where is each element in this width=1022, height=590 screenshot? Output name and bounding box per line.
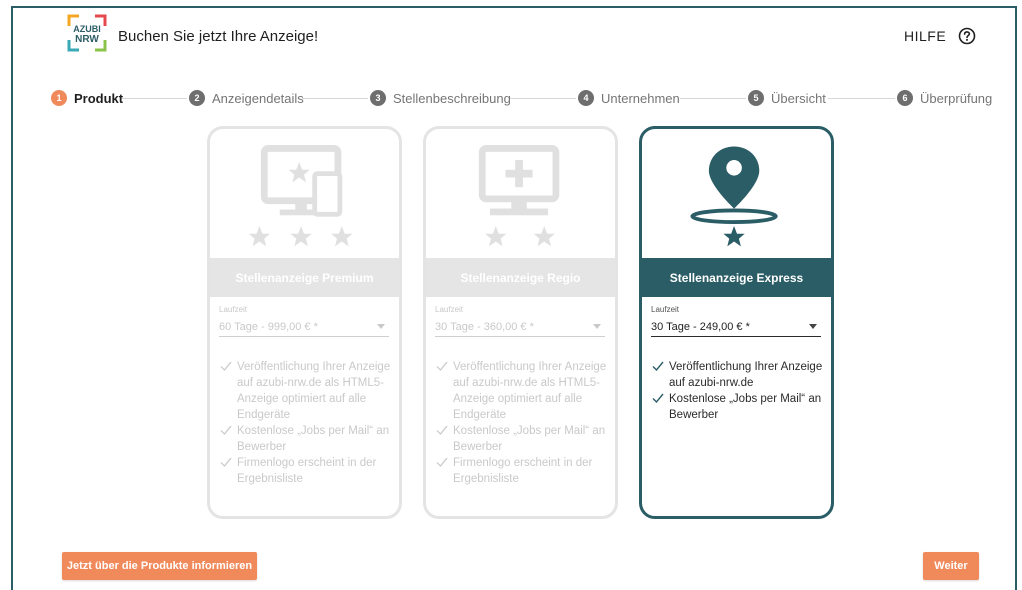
check-icon [436,457,448,468]
duration-field: Laufzeit 30 Tage - 360,00 € * [435,305,605,337]
feature-list: Veröffentlichung Ihrer Anzeige auf azubi… [435,359,610,487]
map-pin-icon [690,146,778,247]
feature-item: Veröffentlichung Ihrer Anzeige auf azubi… [651,359,826,391]
check-icon [220,457,232,468]
step-number: 2 [189,90,205,106]
chevron-down-icon [377,324,385,329]
feature-list: Veröffentlichung Ihrer Anzeige auf azubi… [219,359,394,487]
feature-text: Kostenlose „Jobs per Mail“ an Bewerber [237,425,390,453]
check-icon [220,425,232,436]
duration-label: Laufzeit [219,305,248,314]
step-unternehmen[interactable]: 4 Unternehmen [578,88,680,108]
product-card-regio[interactable]: Stellenanzeige Regio Laufzeit 30 Tage - … [423,126,618,519]
feature-list: Veröffentlichung Ihrer Anzeige auf azubi… [651,359,826,423]
duration-select[interactable]: 30 Tage - 249,00 € * [651,317,821,337]
step-connector [680,98,746,99]
duration-value: 30 Tage - 360,00 € * [435,320,534,333]
duration-select[interactable]: 30 Tage - 360,00 € * [435,317,605,337]
product-title: Stellenanzeige Premium [210,258,399,297]
azubi-nrw-logo[interactable]: AZUBI NRW [65,12,109,54]
app-frame: AZUBI NRW Buchen Sie jetzt Ihre Anzeige!… [11,6,1017,590]
check-icon [652,361,664,372]
check-icon [436,361,448,372]
logo-text-top: AZUBI [73,24,101,34]
step-stellenbeschreibung[interactable]: 3 Stellenbeschreibung [370,88,511,108]
step-number: 3 [370,90,386,106]
product-card-premium[interactable]: Stellenanzeige Premium Laufzeit 60 Tage … [207,126,402,519]
feature-text: Kostenlose „Jobs per Mail“ an Bewerber [669,393,822,421]
desktop-plus-icon [478,145,560,247]
product-card-express[interactable]: Stellenanzeige Express Laufzeit 30 Tage … [639,126,834,519]
step-label: Übersicht [771,90,826,106]
feature-item: Kostenlose „Jobs per Mail“ an Bewerber [435,423,610,455]
feature-text: Firmenlogo erscheint in der Ergebnislist… [237,457,377,485]
feature-text: Veröffentlichung Ihrer Anzeige auf azubi… [453,361,607,421]
progress-stepper: 1 Produkt 2 Anzeigendetails 3 Stellenbes… [13,88,1019,108]
step-connector [302,98,368,99]
step-number: 6 [897,90,913,106]
step-anzeigendetails[interactable]: 2 Anzeigendetails [189,88,304,108]
feature-item: Veröffentlichung Ihrer Anzeige auf azubi… [219,359,394,423]
chevron-down-icon [593,324,601,329]
page-title: Buchen Sie jetzt Ihre Anzeige! [118,28,319,45]
step-label: Unternehmen [601,90,680,106]
duration-value: 60 Tage - 999,00 € * [219,320,318,333]
step-ueberpruefung[interactable]: 6 Überprüfung [897,88,992,108]
step-label: Überprüfung [920,90,993,106]
feature-item: Firmenlogo erscheint in der Ergebnislist… [219,455,394,487]
logo-text-bottom: NRW [75,34,99,45]
step-uebersicht[interactable]: 5 Übersicht [748,88,826,108]
duration-field: Laufzeit 60 Tage - 999,00 € * [219,305,389,337]
check-icon [652,393,664,404]
step-label: Anzeigendetails [212,90,304,106]
step-label: Produkt [74,90,124,106]
duration-select[interactable]: 60 Tage - 999,00 € * [219,317,389,337]
product-title: Stellenanzeige Regio [426,258,615,297]
feature-text: Veröffentlichung Ihrer Anzeige auf azubi… [237,361,391,421]
desktop-and-phone-star-icon [248,145,353,247]
next-button[interactable]: Weiter [923,552,979,580]
duration-value: 30 Tage - 249,00 € * [651,320,750,333]
product-title: Stellenanzeige Express [642,258,831,297]
feature-text: Firmenlogo erscheint in der Ergebnislist… [453,457,593,485]
feature-text: Veröffentlichung Ihrer Anzeige auf azubi… [669,361,823,389]
step-label: Stellenbeschreibung [393,90,511,106]
check-icon [436,425,448,436]
help-link[interactable]: HILFE [904,28,946,44]
step-connector [828,98,895,99]
duration-field: Laufzeit 30 Tage - 249,00 € * [651,305,821,337]
product-info-button[interactable]: Jetzt über die Produkte informieren [62,552,257,580]
step-number: 5 [748,90,764,106]
feature-item: Kostenlose „Jobs per Mail“ an Bewerber [651,391,826,423]
chevron-down-icon [809,324,817,329]
duration-label: Laufzeit [435,305,464,314]
duration-label: Laufzeit [651,305,680,314]
step-produkt[interactable]: 1 Produkt [51,88,123,108]
step-connector [120,98,187,99]
step-number: 4 [578,90,594,106]
feature-item: Veröffentlichung Ihrer Anzeige auf azubi… [435,359,610,423]
feature-text: Kostenlose „Jobs per Mail“ an Bewerber [453,425,606,453]
step-connector [510,98,576,99]
help-icon[interactable] [958,27,976,45]
feature-item: Kostenlose „Jobs per Mail“ an Bewerber [219,423,394,455]
step-number: 1 [51,90,67,106]
feature-item: Firmenlogo erscheint in der Ergebnislist… [435,455,610,487]
check-icon [220,361,232,372]
